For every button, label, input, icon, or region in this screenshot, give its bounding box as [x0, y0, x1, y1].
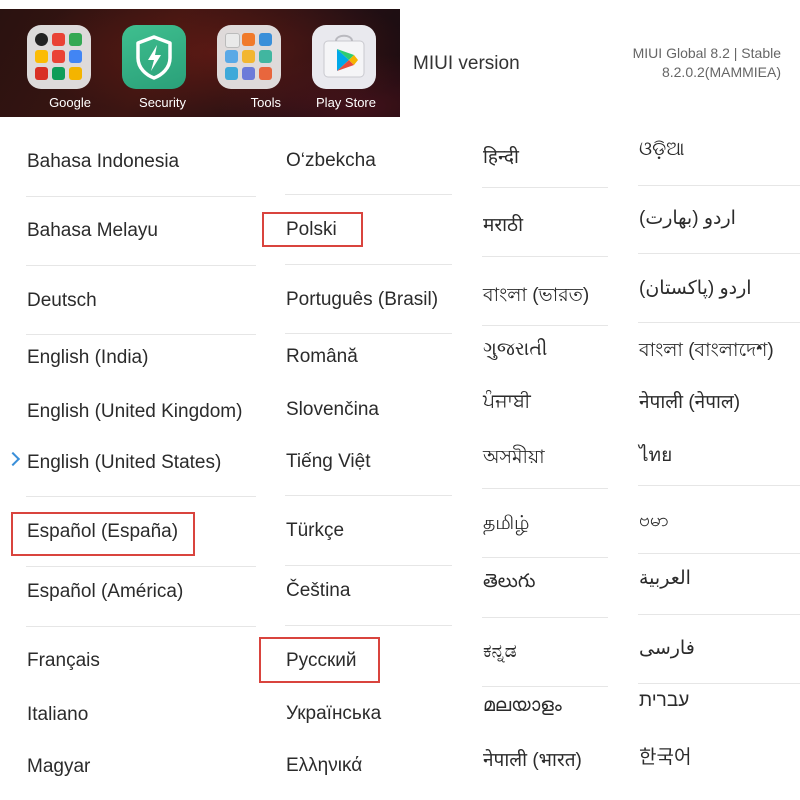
language-item[interactable]: O‘zbekcha — [286, 150, 376, 172]
language-item[interactable]: Français — [27, 650, 100, 672]
selected-chevron-icon — [5, 451, 21, 467]
highlight-box-espanol — [11, 512, 195, 556]
divider — [482, 617, 608, 618]
divider — [26, 334, 256, 335]
divider — [638, 614, 800, 615]
divider — [26, 265, 256, 266]
language-item[interactable]: Slovenčina — [286, 399, 379, 421]
language-item[interactable]: தமிழ் — [483, 513, 529, 537]
language-item[interactable]: English (India) — [27, 347, 148, 369]
highlight-box-russian — [259, 637, 380, 683]
app-label: Play Store — [316, 95, 376, 110]
app-tools[interactable]: Tools — [217, 25, 281, 112]
miui-version-key: MIUI version — [413, 53, 520, 74]
highlight-box-polski — [262, 212, 363, 247]
miui-version-value: MIUI Global 8.2 | Stable 8.2.0.2(MAMMIEA… — [581, 44, 781, 82]
divider — [638, 485, 800, 486]
miui-version-row: MIUI version MIUI Global 8.2 | Stable 8.… — [400, 9, 800, 117]
language-item[interactable]: Türkçe — [286, 520, 344, 542]
divider — [285, 495, 452, 496]
divider — [482, 488, 608, 489]
google-folder-icon — [27, 25, 91, 89]
divider — [285, 194, 452, 195]
divider — [638, 553, 800, 554]
divider — [26, 626, 256, 627]
language-item[interactable]: Română — [286, 346, 358, 368]
app-google[interactable]: Google — [27, 25, 91, 112]
language-item[interactable]: മലയാളം — [483, 695, 562, 717]
app-label: Security — [139, 95, 186, 110]
divider — [482, 187, 608, 188]
language-item[interactable]: العربية — [639, 567, 691, 590]
language-item[interactable]: Українська — [286, 703, 381, 725]
language-item[interactable]: ગુજરાતી — [483, 339, 547, 361]
divider — [285, 565, 452, 566]
divider — [638, 253, 800, 254]
divider — [638, 185, 800, 186]
language-item-selected[interactable]: English (United States) — [27, 452, 221, 474]
language-item[interactable]: తెలుగు — [483, 571, 535, 597]
language-item[interactable]: Bahasa Indonesia — [27, 151, 179, 173]
app-security[interactable]: Security — [122, 25, 186, 112]
app-label: Tools — [250, 95, 281, 110]
language-item[interactable]: Tiếng Việt — [286, 451, 371, 473]
language-item[interactable]: नेपाली (नेपाल) — [639, 388, 740, 414]
miui-version-line2: 8.2.0.2(MAMMIEA) — [661, 64, 781, 80]
divider — [285, 264, 452, 265]
app-play-store[interactable]: Play Store — [312, 25, 376, 112]
language-item[interactable]: اردو (بھارت) — [639, 207, 736, 230]
language-item[interactable]: Español (América) — [27, 581, 183, 603]
language-item[interactable]: Magyar — [27, 756, 90, 778]
language-item[interactable]: اردو (پاکستان) — [639, 277, 752, 300]
language-item[interactable]: Deutsch — [27, 290, 97, 312]
divider — [482, 256, 608, 257]
language-item[interactable]: ଓଡ଼ିଆ — [639, 139, 685, 161]
language-item[interactable]: ਪੰਜਾਬੀ — [483, 391, 531, 413]
divider — [482, 557, 608, 558]
divider — [482, 686, 608, 687]
tools-folder-icon — [217, 25, 281, 89]
language-item[interactable]: English (United Kingdom) — [27, 401, 242, 423]
language-item[interactable]: فارسی — [639, 637, 695, 660]
app-label: Google — [49, 95, 91, 110]
play-store-icon — [312, 25, 376, 89]
language-item[interactable]: Português (Brasil) — [286, 289, 438, 311]
language-item[interactable]: Ελληνικά — [286, 755, 362, 777]
language-item[interactable]: हिन्दी — [483, 143, 519, 169]
language-item[interactable]: অসমীয়া — [483, 443, 545, 475]
divider — [285, 625, 452, 626]
divider — [638, 683, 800, 684]
language-item[interactable]: नेपाली (भारत) — [483, 746, 582, 772]
language-item[interactable]: ဗမာ — [639, 508, 669, 536]
language-item[interactable]: עברית — [639, 690, 689, 712]
divider — [285, 333, 452, 334]
language-item[interactable]: বাংলা (বাংলাদেশ) — [639, 336, 774, 368]
language-item[interactable]: मराठी — [483, 211, 523, 237]
language-item[interactable]: Čeština — [286, 580, 350, 602]
language-item[interactable]: Bahasa Melayu — [27, 220, 158, 242]
divider — [638, 322, 800, 323]
language-item[interactable]: ไทย — [639, 440, 672, 470]
miui-version-line1: MIUI Global 8.2 | Stable — [632, 45, 781, 61]
language-item[interactable]: 한국어 — [639, 742, 691, 769]
security-shield-icon — [122, 25, 186, 89]
divider — [482, 325, 608, 326]
divider — [26, 566, 256, 567]
divider — [26, 496, 256, 497]
language-item[interactable]: Italiano — [27, 704, 88, 726]
divider — [26, 196, 256, 197]
language-item[interactable]: বাংলা (ভারত) — [483, 281, 589, 313]
home-screen-strip: Google Security Tools Play Store — [0, 9, 400, 117]
language-item[interactable]: ಕನ್ನಡ — [483, 641, 517, 663]
